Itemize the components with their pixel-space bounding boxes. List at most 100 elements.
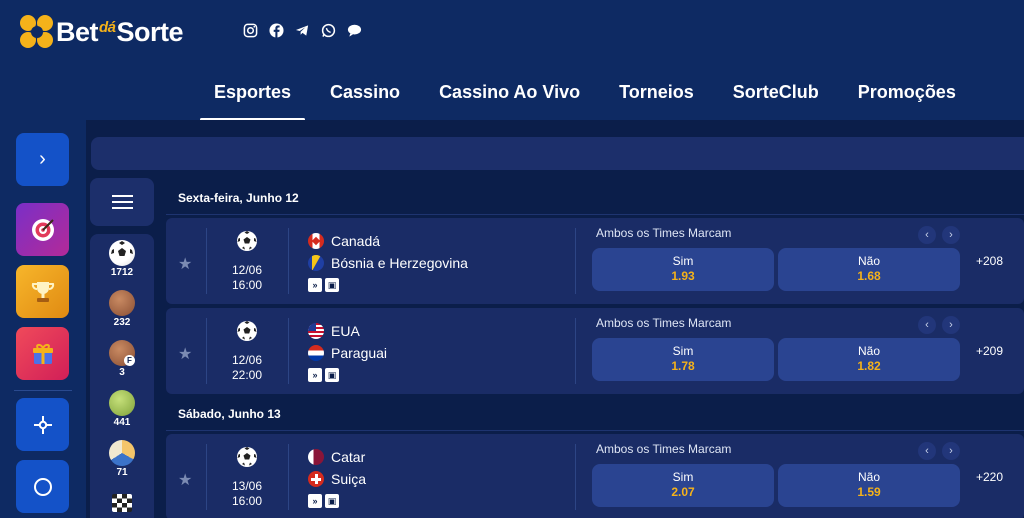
odd-button-no[interactable]: Não 1.82 [778,338,960,381]
chevron-left-icon[interactable]: ‹ [918,442,936,460]
star-icon[interactable]: ★ [178,470,192,490]
chevron-right-icon[interactable]: › [942,442,960,460]
market-pager: ‹ › [918,226,960,244]
odd-button-no[interactable]: Não 1.59 [778,464,960,507]
home-team-name: Catar [331,449,366,465]
canada-flag-icon [308,233,324,249]
day-divider [166,214,1024,215]
chevron-right-icon[interactable]: › [942,226,960,244]
odd-label: Sim [672,470,694,484]
sport-count: 441 [113,417,131,428]
odd-button-yes[interactable]: Sim 1.93 [592,248,774,291]
sports-shortcut-button[interactable] [16,398,69,451]
match-teams: Canadá Bósnia e Herzegovina » ▣ [308,230,468,292]
match-feature-icons: » ▣ [308,494,366,508]
search-bar[interactable] [91,137,1024,170]
nav-torneios[interactable]: Torneios [605,72,708,121]
racing-flag-icon [112,494,132,512]
sports-main-panel: 1712 232 F 3 441 71 Sexta-feira, Junho 1… [86,120,1024,518]
match-feature-icons: » ▣ [308,278,468,292]
sport-count: 1712 [110,267,134,278]
trophy-icon [31,281,54,302]
clover-icon [20,15,54,49]
trophy-button[interactable] [16,265,69,318]
chevron-left-icon[interactable]: ‹ [918,316,936,334]
away-team: Paraguai [308,342,387,364]
star-icon[interactable]: ★ [178,254,192,274]
basketball-f-icon: F [109,340,135,366]
nav-esportes[interactable]: Esportes [200,72,306,121]
away-team-name: Paraguai [331,345,388,361]
odd-label: Sim [672,344,694,358]
odd-value: 1.78 [671,359,695,373]
chevron-right-icon[interactable]: › [942,316,960,334]
odd-label: Não [857,254,880,268]
more-markets-link[interactable]: +220 [976,470,1003,484]
nav-promocoes[interactable]: Promoções [844,72,970,121]
market-title: Ambos os Times Marcam [596,226,732,240]
left-sidebar: › [0,120,86,518]
nav-sorteclub[interactable]: SorteClub [719,72,833,121]
match-card[interactable]: ★ 13/06 16:00 Catar Suiça » ▣ Ambos os T… [166,434,1024,518]
chat-icon[interactable] [346,22,363,39]
chevron-left-icon[interactable]: ‹ [918,226,936,244]
brand-name: Bet dá Sorte [56,17,184,48]
expand-sidebar-button[interactable]: › [16,133,69,186]
match-card[interactable]: ★ 12/06 16:00 Canadá Bósnia e Herzegovin… [166,218,1024,304]
stats-icon: ▣ [325,494,339,508]
usa-flag-icon [308,323,324,339]
sport-item-soccer[interactable]: 1712 [90,240,154,278]
odd-value: 2.07 [671,485,695,499]
home-team: Canadá [308,230,468,252]
odd-value: 1.82 [857,359,881,373]
facebook-icon[interactable] [268,22,285,39]
more-markets-link[interactable]: +208 [976,254,1003,268]
match-teams: Catar Suiça » ▣ [308,446,366,508]
volleyball-icon [109,440,135,466]
odd-button-yes[interactable]: Sim 2.07 [592,464,774,507]
brand-logo[interactable]: Bet dá Sorte [20,14,184,50]
away-team: Bósnia e Herzegovina [308,252,468,274]
odd-value: 1.68 [857,269,881,283]
circle-icon [33,477,52,496]
live-shortcut-button[interactable] [16,460,69,513]
star-icon[interactable]: ★ [178,344,192,364]
soccer-ball-icon [237,321,257,341]
nav-cassino-ao-vivo[interactable]: Cassino Ao Vivo [425,72,594,121]
sports-list: 1712 232 F 3 441 71 [90,234,154,518]
sport-item-basketball[interactable]: 232 [90,290,154,328]
odd-button-yes[interactable]: Sim 1.78 [592,338,774,381]
match-datetime: 12/06 22:00 [206,320,288,383]
sports-menu-button[interactable] [90,178,154,226]
soccer-ball-icon [109,240,135,266]
main-nav: Esportes Cassino Cassino Ao Vivo Torneio… [200,72,981,121]
instagram-icon[interactable] [242,22,259,39]
sport-item-racing[interactable] [90,490,154,512]
match-card[interactable]: ★ 12/06 22:00 EUA Paraguai » ▣ Ambos os … [166,308,1024,394]
social-links [242,22,363,39]
telegram-icon[interactable] [294,22,311,39]
gift-button[interactable] [16,327,69,380]
market-title: Ambos os Times Marcam [596,442,732,456]
more-markets-link[interactable]: +209 [976,344,1003,358]
home-team-name: Canadá [331,233,381,249]
stream-icon: » [308,278,322,292]
nav-cassino[interactable]: Cassino [316,72,414,121]
sport-item-volleyball[interactable]: 71 [90,440,154,478]
odd-button-no[interactable]: Não 1.68 [778,248,960,291]
match-datetime: 13/06 16:00 [206,446,288,509]
separator [575,444,576,510]
whatsapp-icon[interactable] [320,22,337,39]
sport-item-tennis[interactable]: 441 [90,390,154,428]
gift-icon [32,343,53,364]
basketball-icon [109,290,135,316]
away-team: Suiça [308,468,366,490]
brand-part-da: dá [99,18,116,36]
soccer-ball-icon [237,447,257,467]
sport-count: 232 [113,317,131,328]
sport-item-basketball-f[interactable]: F 3 [90,340,154,378]
target-game-button[interactable] [16,203,69,256]
stream-icon: » [308,494,322,508]
crosshair-icon [33,415,52,434]
day-header: Sexta-feira, Junho 12 [178,191,299,205]
